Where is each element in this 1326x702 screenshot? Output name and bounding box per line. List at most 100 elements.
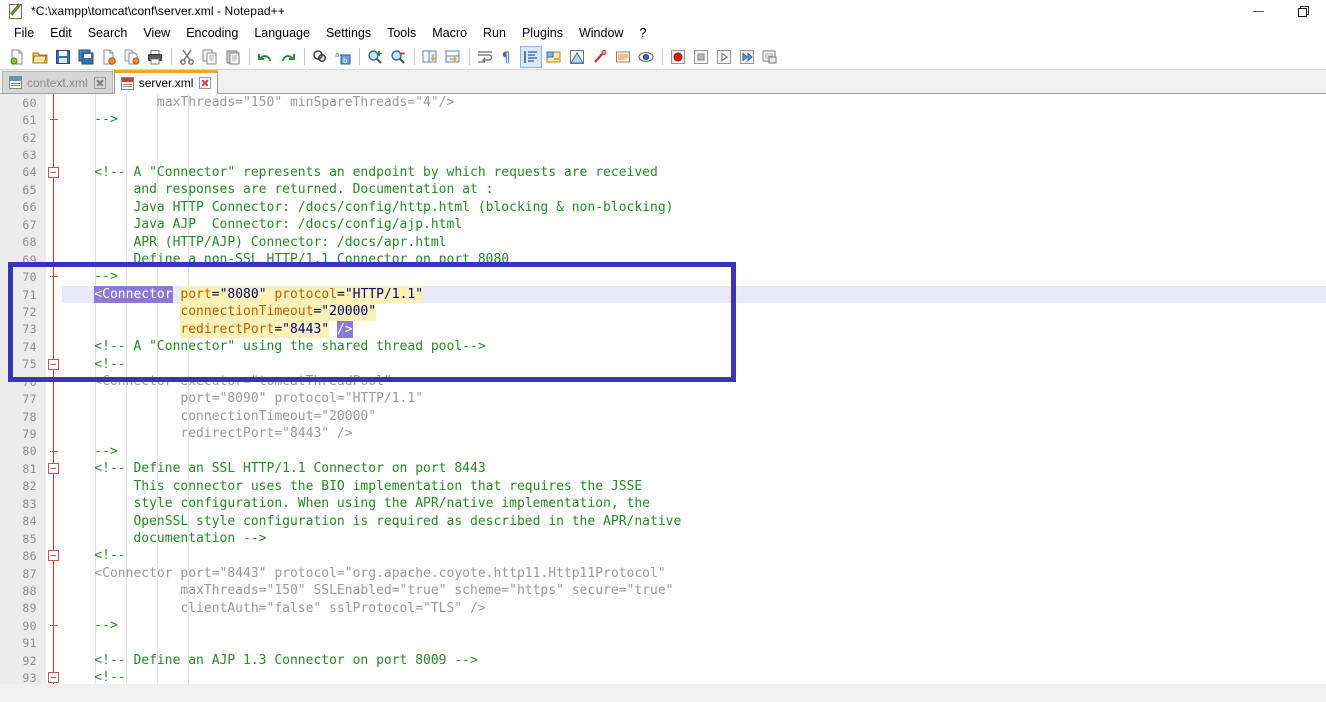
code-text[interactable]: <!-- — [62, 547, 1326, 564]
menu-file[interactable]: File — [6, 24, 42, 42]
menu-help[interactable]: ? — [631, 24, 654, 42]
fold-margin[interactable] — [46, 634, 62, 652]
code-line[interactable]: 80 --> — [0, 442, 1326, 461]
menu-window[interactable]: Window — [571, 24, 631, 42]
fold-margin[interactable] — [46, 425, 62, 443]
code-line[interactable]: 69 Define a non-SSL HTTP/1.1 Connector o… — [0, 250, 1326, 269]
code-text[interactable]: This connector uses the BIO implementati… — [62, 478, 1326, 495]
fold-margin[interactable] — [46, 111, 62, 129]
fold-margin[interactable] — [46, 547, 62, 565]
zoom-out-icon[interactable] — [387, 46, 409, 68]
replace-icon[interactable]: ab — [332, 46, 354, 68]
fold-margin[interactable] — [46, 355, 62, 373]
show-all-characters-icon[interactable]: ¶ — [497, 46, 519, 68]
menu-view[interactable]: View — [135, 24, 178, 42]
indent-guideline-icon[interactable] — [520, 45, 542, 68]
macro-playback-icon[interactable] — [713, 46, 735, 68]
code-text[interactable]: Java HTTP Connector: /docs/config/http.h… — [62, 199, 1326, 216]
tab-context-xml[interactable]: context.xml — [2, 71, 113, 93]
code-text[interactable]: <!-- A "Connector" represents an endpoin… — [62, 164, 1326, 181]
fold-margin[interactable] — [46, 146, 62, 164]
code-text[interactable] — [62, 129, 1326, 146]
code-line[interactable]: 70 --> — [0, 268, 1326, 286]
fold-margin[interactable] — [46, 268, 62, 286]
code-text[interactable]: <Connector port="8443" protocol="org.apa… — [62, 565, 1326, 582]
find-icon[interactable] — [309, 46, 331, 68]
code-text[interactable]: <!-- — [62, 356, 1326, 373]
redo-icon[interactable] — [277, 46, 299, 68]
code-text[interactable]: OpenSSL style configuration is required … — [62, 513, 1326, 530]
code-text[interactable]: documentation --> — [62, 530, 1326, 547]
fold-margin[interactable] — [46, 216, 62, 234]
code-line[interactable]: 83 style configuration. When using the A… — [0, 495, 1326, 513]
code-text[interactable]: port="8090" protocol="HTTP/1.1" — [62, 390, 1326, 407]
code-line[interactable]: 72 connectionTimeout = "20000" — [0, 303, 1326, 321]
fold-margin[interactable] — [46, 390, 62, 408]
code-text[interactable]: --> — [62, 443, 1326, 460]
menu-run[interactable]: Run — [475, 24, 514, 42]
fold-margin[interactable] — [46, 233, 62, 251]
code-text[interactable]: APR (HTTP/AJP) Connector: /docs/apr.html — [62, 234, 1326, 251]
code-line[interactable]: 87 <Connector port="8443" protocol="org.… — [0, 564, 1326, 583]
code-line[interactable]: 92 <!-- Define an AJP 1.3 Connector on p… — [0, 652, 1326, 670]
code-line[interactable]: 63 — [0, 146, 1326, 164]
menu-edit[interactable]: Edit — [42, 24, 80, 42]
open-file-icon[interactable] — [29, 46, 51, 68]
code-line[interactable]: 85 documentation --> — [0, 529, 1326, 548]
fold-margin[interactable] — [46, 407, 62, 426]
minimize-icon[interactable] — [1236, 0, 1281, 22]
menu-language[interactable]: Language — [246, 24, 318, 42]
code-text[interactable]: clientAuth="false" sslProtocol="TLS" /> — [62, 600, 1326, 617]
save-all-icon[interactable] — [75, 46, 97, 68]
fold-margin[interactable] — [46, 617, 62, 635]
code-line[interactable]: 77 port="8090" protocol="HTTP/1.1" — [0, 390, 1326, 408]
fold-margin[interactable] — [46, 285, 62, 304]
sync-vertical-scroll-icon[interactable] — [419, 46, 441, 68]
fold-margin[interactable] — [46, 477, 62, 496]
document-map-icon[interactable] — [566, 46, 588, 68]
fold-margin[interactable] — [46, 512, 62, 530]
code-line[interactable]: 79 redirectPort="8443" /> — [0, 425, 1326, 443]
code-line[interactable]: 60 maxThreads="150" minSpareThreads="4"/… — [0, 94, 1326, 112]
code-text[interactable] — [62, 635, 1326, 652]
zoom-in-icon[interactable] — [364, 46, 386, 68]
new-file-icon[interactable] — [6, 46, 28, 68]
macro-record-icon[interactable] — [667, 46, 689, 68]
code-text[interactable]: --> — [62, 111, 1326, 128]
fold-margin[interactable] — [46, 338, 62, 356]
fold-margin[interactable] — [46, 250, 62, 269]
copy-icon[interactable] — [199, 46, 221, 68]
fold-margin[interactable] — [46, 163, 62, 182]
code-editor[interactable]: 60 maxThreads="150" minSpareThreads="4"/… — [0, 94, 1326, 702]
fold-margin[interactable] — [46, 128, 62, 147]
fold-margin[interactable] — [46, 495, 62, 513]
fold-collapse-icon[interactable] — [48, 166, 59, 178]
code-line[interactable]: 71 <Connector port = "8080" protocol = "HTTP… — [0, 285, 1326, 304]
code-line[interactable]: 64 <!-- A "Connector" represents an endp… — [0, 163, 1326, 182]
macro-run-multiple-icon[interactable] — [736, 46, 758, 68]
fold-margin[interactable] — [46, 529, 62, 548]
code-text[interactable]: connectionTimeout="20000" — [62, 408, 1326, 425]
code-line[interactable]: 73 redirectPort = "8443" /> — [0, 320, 1326, 339]
menu-tools[interactable]: Tools — [379, 24, 424, 42]
code-text[interactable]: maxThreads="150" SSLEnabled="true" schem… — [62, 582, 1326, 599]
code-text[interactable]: --> — [62, 268, 1326, 285]
code-line[interactable]: 90 --> — [0, 617, 1326, 635]
code-line[interactable]: 89 clientAuth="false" sslProtocol="TLS" … — [0, 599, 1326, 618]
code-line[interactable]: 84 OpenSSL style configuration is requir… — [0, 512, 1326, 530]
tab-server-xml[interactable]: server.xml — [113, 70, 219, 94]
fold-margin[interactable] — [46, 599, 62, 618]
code-line[interactable]: 76 <Connector executor="tomcatThreadPool… — [0, 373, 1326, 391]
close-all-files-icon[interactable] — [121, 46, 143, 68]
fold-collapse-icon[interactable] — [48, 358, 59, 370]
sync-horizontal-scroll-icon[interactable] — [442, 46, 464, 68]
menu-macro[interactable]: Macro — [424, 24, 475, 42]
menu-encoding[interactable]: Encoding — [178, 24, 246, 42]
code-text[interactable]: redirectPort="8443" /> — [62, 320, 1326, 339]
code-text[interactable]: <!-- Define an AJP 1.3 Connector on port… — [62, 652, 1326, 669]
monitoring-icon[interactable] — [635, 46, 657, 68]
paste-icon[interactable] — [222, 46, 244, 68]
code-text[interactable]: <!-- Define an SSL HTTP/1.1 Connector on… — [62, 460, 1326, 477]
undo-icon[interactable] — [254, 46, 276, 68]
code-line[interactable]: 65 and responses are returned. Documenta… — [0, 181, 1326, 199]
